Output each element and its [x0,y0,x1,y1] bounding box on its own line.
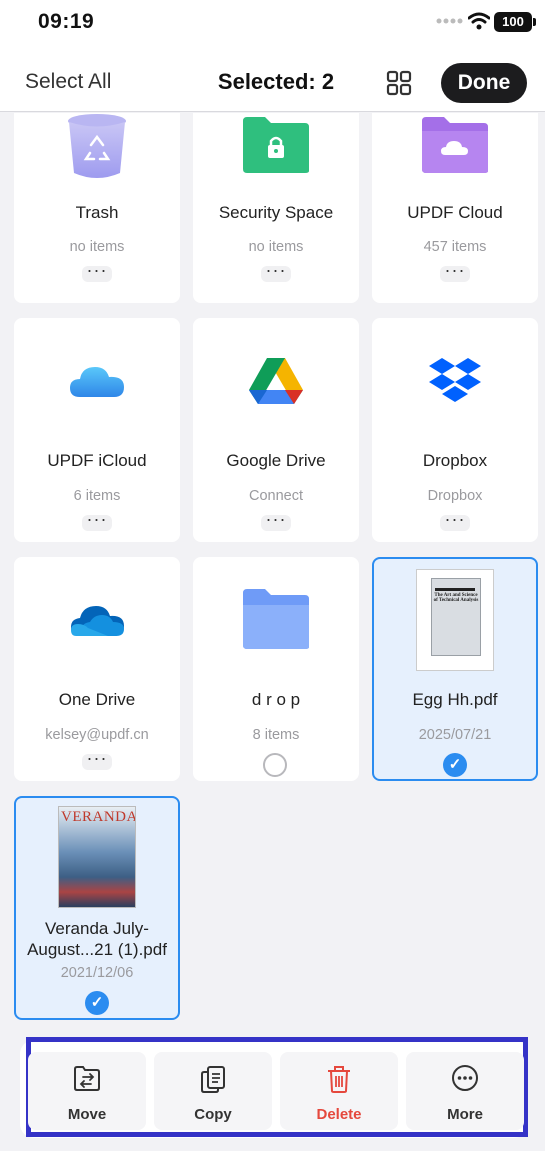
more-options-button[interactable]: ··· [82,510,112,531]
move-button[interactable]: Move [28,1052,146,1130]
delete-label: Delete [316,1106,362,1123]
item-subtitle: 457 items [423,239,487,255]
battery-level: 100 [502,14,524,29]
item-name: Egg Hh.pdf [412,690,498,709]
delete-button[interactable]: Delete [280,1052,398,1130]
bottom-toolbar: Move Copy Delete More [20,1037,528,1138]
item-name: Veranda July-August...21 (1).pdf [27,919,167,959]
item-subtitle: no items [69,239,125,255]
more-options-button[interactable]: ··· [82,261,112,282]
item-name: Trash [75,203,119,222]
item-name: Dropbox [422,451,488,470]
dropbox-icon [429,358,481,402]
selected-check-icon[interactable]: ✓ [443,753,467,777]
selected-check-icon[interactable]: ✓ [85,991,109,1015]
copy-icon [201,1066,225,1093]
item-subtitle: Connect [248,488,303,504]
more-label: More [447,1106,483,1123]
item-subtitle: 8 items [252,727,300,743]
grid-item-veranda-pdf[interactable]: VERANDA Veranda July-August...21 (1).pdf… [14,796,180,1020]
wifi-icon [468,12,490,30]
done-button[interactable]: Done [441,63,527,103]
item-subtitle: 6 items [73,488,121,504]
more-options-button[interactable]: ··· [440,510,470,531]
pdf-thumbnail: The Art and Science of Technical Analysi… [416,569,494,671]
more-options-button[interactable]: ··· [440,261,470,282]
more-button[interactable]: More [406,1052,524,1130]
google-drive-icon [249,358,303,404]
grid-item-trash[interactable]: Trash no items ··· [14,113,180,303]
navigation-bar: Select All Selected: 2 Done [0,50,545,112]
status-time: 09:19 [38,10,95,33]
select-all-button[interactable]: Select All [25,70,111,94]
grid-item-updf-icloud[interactable]: UPDF iCloud 6 items ··· [14,318,180,542]
grid-item-one-drive[interactable]: One Drive kelsey@updf.cn ··· [14,557,180,781]
thumbnail-title: VERANDA [61,809,136,825]
folder-icon [243,589,309,649]
item-subtitle: no items [248,239,304,255]
grid-view-icon[interactable] [386,70,412,96]
thumbnail-title: The Art and Science of Technical Analysi… [433,593,479,603]
move-icon [74,1066,100,1091]
copy-button[interactable]: Copy [154,1052,272,1130]
item-name: Security Space [218,203,334,222]
icloud-icon [70,367,124,397]
move-label: Move [67,1106,107,1123]
onedrive-icon [71,606,124,636]
more-options-button[interactable]: ··· [261,261,291,282]
grid-item-google-drive[interactable]: Google Drive Connect ··· [193,318,359,542]
selection-checkbox[interactable] [263,753,287,777]
item-subtitle: 2021/12/06 [60,965,134,981]
item-name: Google Drive [226,451,326,470]
grid-item-updf-cloud[interactable]: UPDF Cloud 457 items ··· [372,113,538,303]
item-subtitle: kelsey@updf.cn [45,727,149,743]
item-name: UPDF iCloud [47,451,147,470]
trash-icon [328,1066,350,1093]
more-icon [452,1065,478,1091]
more-options-button[interactable]: ··· [82,749,112,770]
item-subtitle: Dropbox [427,488,483,504]
cloud-folder-icon [422,117,488,173]
magazine-thumbnail: VERANDA [58,806,136,908]
status-bar: 09:19 100 [0,0,545,50]
grid-item-dropbox[interactable]: Dropbox Dropbox ··· [372,318,538,542]
security-folder-icon [243,117,309,173]
item-name: One Drive [58,690,136,709]
copy-label: Copy [194,1106,232,1123]
item-name: d r o p [251,690,301,709]
file-grid: Trash no items ··· Security Space no ite… [0,113,545,1151]
more-options-button[interactable]: ··· [261,510,291,531]
grid-item-drop[interactable]: d r o p 8 items [193,557,359,781]
battery-icon: 100 [494,12,536,32]
grid-item-security-space[interactable]: Security Space no items ··· [193,113,359,303]
cellular-signal-icon [436,18,463,24]
item-name: UPDF Cloud [407,203,503,222]
grid-item-egg-pdf[interactable]: The Art and Science of Technical Analysi… [372,557,538,781]
item-subtitle: 2025/07/21 [418,727,492,743]
trash-icon [68,114,126,178]
